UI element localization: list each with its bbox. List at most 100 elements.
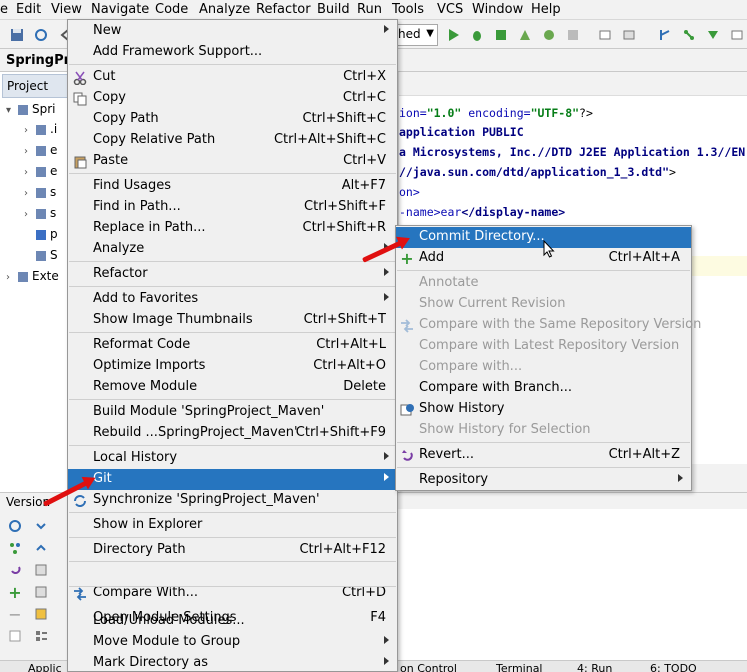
git-item-compare-with: Compare with... — [396, 357, 691, 378]
menu-analyze[interactable]: Analyze — [199, 2, 250, 17]
menu-view[interactable]: View — [51, 2, 82, 17]
menu-item-refactor[interactable]: Refactor — [68, 264, 397, 285]
tree-expand-icon[interactable]: › — [6, 272, 18, 283]
tree-item[interactable]: › Exte — [6, 269, 59, 289]
git-item-revert[interactable]: Revert... Ctrl+Alt+Z — [396, 445, 691, 466]
menu-item-rebuild-springproject-maven[interactable]: Rebuild ...SpringProject_Maven' Ctrl+Shif… — [68, 423, 397, 444]
profile-icon[interactable] — [516, 26, 534, 44]
menu-item-load-unload-modules[interactable]: Load/Unload Modules... — [68, 611, 397, 632]
menu-refactor[interactable]: Refactor — [256, 2, 311, 17]
save-icon[interactable] — [8, 26, 26, 44]
move-icon[interactable] — [32, 605, 50, 623]
menu-item-local-history[interactable]: Local History — [68, 448, 397, 469]
menu-item-replace-in-path[interactable]: Replace in Path... Ctrl+Shift+R — [68, 218, 397, 239]
menu-item-optimize-imports[interactable]: Optimize Imports Ctrl+Alt+O — [68, 356, 397, 377]
menu-item-reformat-code[interactable]: Reformat Code Ctrl+Alt+L — [68, 335, 397, 356]
shelve-icon[interactable] — [32, 583, 50, 601]
menu-item-show-image-thumbnails[interactable]: Show Image Thumbnails Ctrl+Shift+T — [68, 310, 397, 331]
tree-item[interactable]: p — [24, 227, 58, 247]
group-by-icon[interactable] — [32, 627, 50, 645]
vcs-revert-icon[interactable] — [728, 26, 746, 44]
menu-item-build-module-springproject-maven[interactable]: Build Module 'SpringProject_Maven' — [68, 402, 397, 423]
git-item-repository[interactable]: Repository — [396, 470, 691, 491]
diff-icon[interactable] — [32, 561, 50, 579]
menu-separator — [397, 467, 690, 468]
menu-item-git[interactable]: Git — [68, 469, 397, 490]
menu-item-mark-directory-as[interactable]: Mark Directory as — [68, 653, 397, 672]
tool-tab[interactable]: on Control — [400, 662, 457, 672]
vcs-push-icon[interactable] — [704, 26, 722, 44]
sync-icon[interactable] — [32, 26, 50, 44]
tree-expand-icon[interactable]: ▾ — [6, 105, 18, 116]
checkbox-icon[interactable] — [6, 627, 24, 645]
menu-item-cut[interactable]: Cut Ctrl+X — [68, 67, 397, 88]
menu-run[interactable]: Run — [357, 2, 382, 17]
tool-tab[interactable]: 4: Run — [577, 662, 612, 672]
vcs-log-icon[interactable] — [680, 26, 698, 44]
menu-item-copy[interactable]: Copy Ctrl+C — [68, 88, 397, 109]
menu-tools[interactable]: Tools — [392, 2, 424, 17]
tree-folder-icon — [36, 250, 46, 261]
menu-edit[interactable]: Edit — [16, 2, 41, 17]
run-icon[interactable] — [444, 26, 462, 44]
tree-item[interactable]: ▾ Spri — [6, 102, 56, 122]
submenu-arrow-icon — [384, 657, 389, 665]
tree-expand-icon[interactable]: › — [24, 188, 36, 199]
menu-item-label: Move Module to Group — [93, 634, 241, 649]
menu-item-move-module-to-group[interactable]: Move Module to Group — [68, 632, 397, 653]
debug-icon[interactable] — [468, 26, 486, 44]
menu-item-copy-path[interactable]: Copy Path Ctrl+Shift+C — [68, 109, 397, 130]
refresh-icon[interactable] — [6, 517, 24, 535]
tree-expand-icon[interactable]: › — [24, 167, 36, 178]
run-configuration-select[interactable]: hed ▼ — [395, 24, 438, 46]
menu-item-new[interactable]: New — [68, 21, 397, 42]
rollback-icon[interactable] — [6, 561, 24, 579]
menu-item-directory-path[interactable]: Directory Path Ctrl+Alt+F12 — [68, 540, 397, 561]
history-icon — [399, 402, 415, 418]
tree-item[interactable]: › e — [24, 164, 57, 184]
git-item-show-history[interactable]: Show History — [396, 399, 691, 420]
collapse-all-icon[interactable] — [32, 539, 50, 557]
menu-item-copy-relative-path[interactable]: Copy Relative Path Ctrl+Alt+Shift+C — [68, 130, 397, 151]
menu-code[interactable]: Code — [155, 2, 188, 17]
menu-item-add-to-favorites[interactable]: Add to Favorites — [68, 289, 397, 310]
menu-item-paste[interactable]: Paste Ctrl+V — [68, 151, 397, 172]
vcs-branches-icon[interactable] — [656, 26, 674, 44]
menu-item-analyze[interactable]: Analyze — [68, 239, 397, 260]
tree-item[interactable]: S — [24, 248, 58, 268]
expand-all-icon[interactable] — [32, 517, 50, 535]
tree-item[interactable]: › s — [24, 185, 56, 205]
menu-item-find-usages[interactable]: Find Usages Alt+F7 — [68, 176, 397, 197]
menu-window[interactable]: Window — [472, 2, 523, 17]
tree-item[interactable]: › e — [24, 143, 57, 163]
tool-tab[interactable]: Terminal — [496, 662, 543, 672]
tree-expand-icon[interactable]: › — [24, 146, 36, 157]
git-item-compare-with-branch[interactable]: Compare with Branch... — [396, 378, 691, 399]
menu-item-remove-module[interactable]: Remove Module Delete — [68, 377, 397, 398]
menu-build[interactable]: Build — [317, 2, 350, 17]
remove-icon[interactable]: − — [6, 605, 24, 624]
tree-expand-icon[interactable]: › — [24, 125, 36, 136]
menu-item-find-in-path[interactable]: Find in Path... Ctrl+Shift+F — [68, 197, 397, 218]
branch-icon[interactable] — [6, 539, 24, 557]
vcs-commit-icon[interactable] — [620, 26, 638, 44]
menu-help[interactable]: Help — [531, 2, 561, 17]
menu-vcs[interactable]: VCS — [437, 2, 463, 17]
tree-expand-icon[interactable]: › — [24, 209, 36, 220]
tree-item[interactable]: › .i — [24, 122, 57, 142]
tool-tab[interactable]: 6: TODO — [650, 662, 697, 672]
menu-e[interactable]: e — [0, 2, 8, 17]
add-icon[interactable]: + — [6, 583, 24, 602]
menu-item-add-framework-support[interactable]: Add Framework Support... — [68, 42, 397, 63]
build-icon[interactable] — [540, 26, 558, 44]
stop-icon[interactable] — [564, 26, 582, 44]
vcs-update-icon[interactable] — [596, 26, 614, 44]
coverage-icon[interactable] — [492, 26, 510, 44]
menu-item-show-in-explorer[interactable]: Show in Explorer — [68, 515, 397, 536]
menu-navigate[interactable]: Navigate — [91, 2, 149, 17]
code-token: </display-name> — [461, 205, 566, 219]
menu-item-synchronize-springproject-maven[interactable]: Synchronize 'SpringProject_Maven' — [68, 490, 397, 511]
tool-tab[interactable]: Applic — [28, 662, 62, 672]
tree-item[interactable]: › s — [24, 206, 56, 226]
project-tool-tab[interactable]: Project — [2, 74, 68, 98]
